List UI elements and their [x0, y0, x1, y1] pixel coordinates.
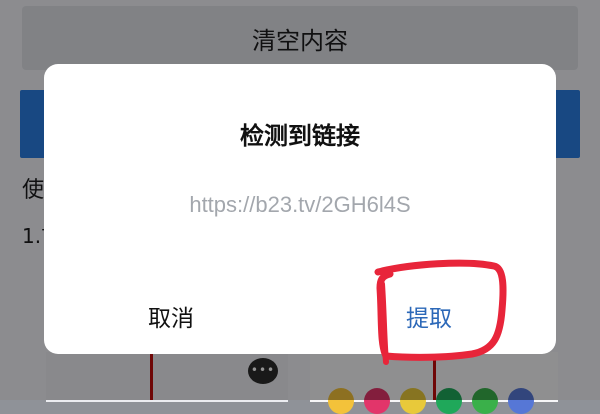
cancel-button[interactable]: 取消: [106, 296, 236, 336]
extract-button[interactable]: 提取: [364, 296, 494, 336]
dialog-title: 检测到链接: [240, 122, 360, 150]
link-detected-dialog: 检测到链接 https://b23.tv/2GH6l4S 取消 提取: [44, 64, 556, 354]
detected-link-text: https://b23.tv/2GH6l4S: [189, 192, 411, 217]
